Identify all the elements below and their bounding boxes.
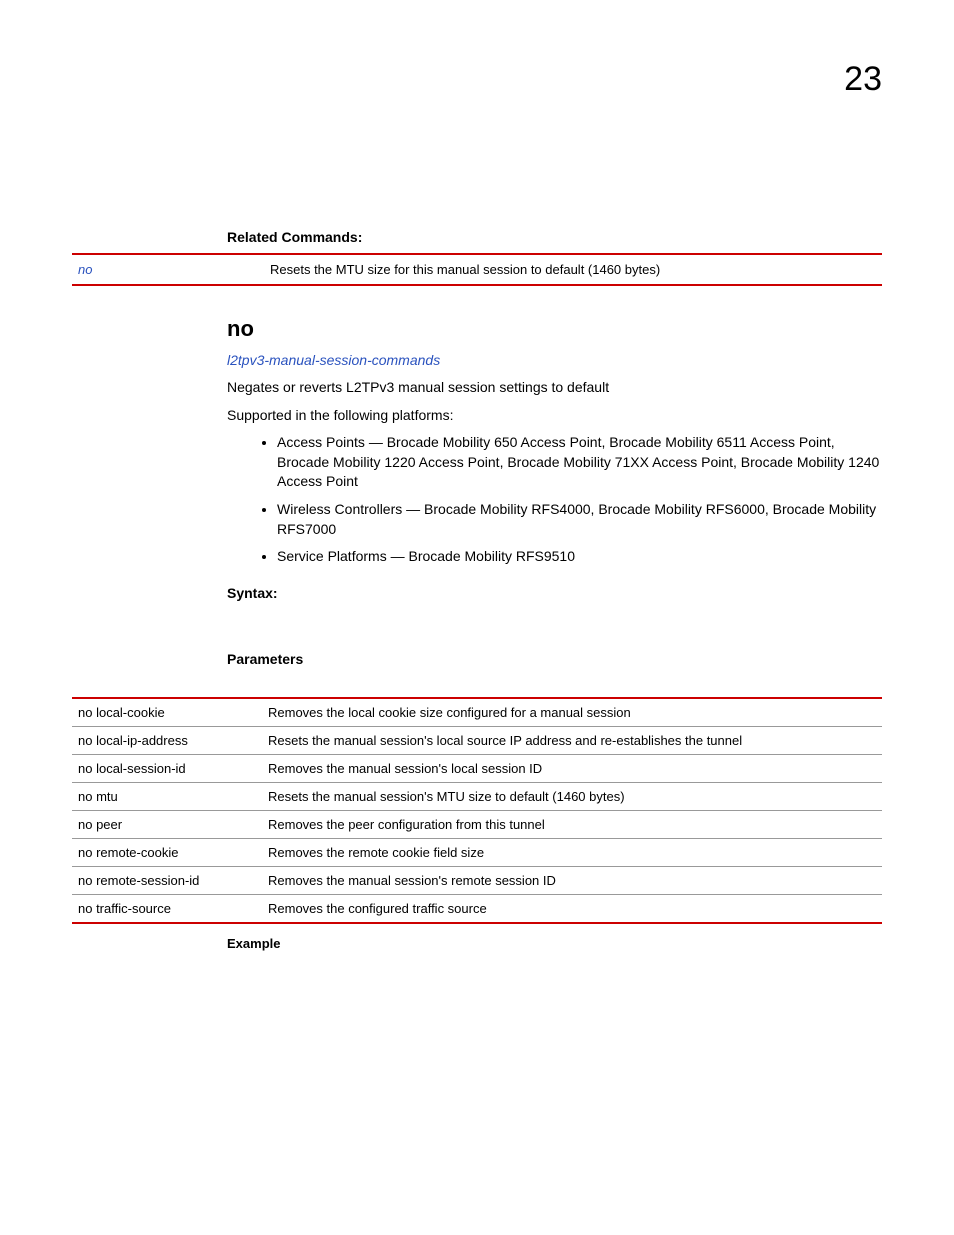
param-name: no local-ip-address <box>72 726 262 754</box>
table-row: no local-session-id Removes the manual s… <box>72 754 882 782</box>
param-desc: Removes the configured traffic source <box>262 894 882 923</box>
list-item: Service Platforms — Brocade Mobility RFS… <box>277 547 882 567</box>
reference-link[interactable]: l2tpv3-manual-session-commands <box>227 352 882 368</box>
command-title: no <box>227 316 882 342</box>
table-row: no local-cookie Removes the local cookie… <box>72 698 882 727</box>
syntax-heading: Syntax: <box>227 585 882 601</box>
param-desc: Resets the manual session's local source… <box>262 726 882 754</box>
support-intro: Supported in the following platforms: <box>227 406 882 426</box>
param-name: no local-session-id <box>72 754 262 782</box>
param-desc: Resets the manual session's MTU size to … <box>262 782 882 810</box>
param-desc: Removes the manual session's local sessi… <box>262 754 882 782</box>
param-desc: Removes the peer configuration from this… <box>262 810 882 838</box>
param-name: no local-cookie <box>72 698 262 727</box>
platform-list: Access Points — Brocade Mobility 650 Acc… <box>227 433 882 567</box>
list-item: Access Points — Brocade Mobility 650 Acc… <box>277 433 882 492</box>
parameters-table: no local-cookie Removes the local cookie… <box>72 697 882 924</box>
param-name: no remote-session-id <box>72 866 262 894</box>
param-name: no remote-cookie <box>72 838 262 866</box>
example-heading: Example <box>227 936 882 951</box>
param-desc: Removes the local cookie size configured… <box>262 698 882 727</box>
table-row: no mtu Resets the manual session's MTU s… <box>72 782 882 810</box>
related-commands-table: no Resets the MTU size for this manual s… <box>72 253 882 286</box>
chapter-number: 23 <box>72 60 882 99</box>
related-command-link[interactable]: no <box>78 262 92 277</box>
param-desc: Removes the remote cookie field size <box>262 838 882 866</box>
table-row: no traffic-source Removes the configured… <box>72 894 882 923</box>
param-name: no mtu <box>72 782 262 810</box>
command-description: Negates or reverts L2TPv3 manual session… <box>227 378 882 398</box>
param-name: no peer <box>72 810 262 838</box>
table-row: no peer Removes the peer configuration f… <box>72 810 882 838</box>
table-row: no remote-session-id Removes the manual … <box>72 866 882 894</box>
param-desc: Removes the manual session's remote sess… <box>262 866 882 894</box>
related-command-desc: Resets the MTU size for this manual sess… <box>264 254 882 285</box>
list-item: Wireless Controllers — Brocade Mobility … <box>277 500 882 539</box>
related-commands-heading: Related Commands: <box>227 229 882 245</box>
table-row: no Resets the MTU size for this manual s… <box>72 254 882 285</box>
table-row: no remote-cookie Removes the remote cook… <box>72 838 882 866</box>
parameters-heading: Parameters <box>227 651 882 667</box>
param-name: no traffic-source <box>72 894 262 923</box>
table-row: no local-ip-address Resets the manual se… <box>72 726 882 754</box>
